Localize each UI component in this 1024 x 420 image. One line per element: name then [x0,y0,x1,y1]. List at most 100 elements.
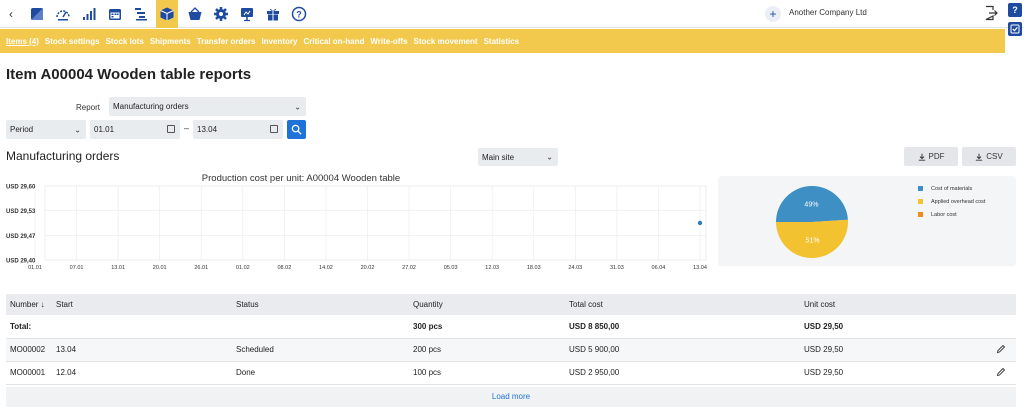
x-tick-label: 13.01 [111,265,125,271]
table-header-row: Number ↓ Start Status Quantity Total cos… [6,294,1016,315]
basket-icon[interactable] [184,3,206,25]
date-range-dash: – [184,123,190,133]
section-title: Manufacturing orders [6,149,120,163]
report-label: Report [76,103,101,112]
page-title: Item A00004 Wooden table reports [6,66,252,83]
row-quantity: 100 pcs [413,361,569,385]
company-name[interactable]: Another Company Ltd [789,8,867,17]
table-total-row: Total: 300 pcs USD 8 850,00 USD 29,50 [6,315,1016,339]
legend-label: Labor cost [931,211,957,218]
download-icon [918,153,925,161]
help-circle-icon[interactable]: ? [288,3,310,25]
pie-slice-label: 49% [804,202,818,209]
logout-icon[interactable] [984,5,998,21]
calendar-icon[interactable] [270,125,278,133]
search-button[interactable] [287,120,306,139]
row-unit-cost: USD 29,50 [804,361,996,385]
back-button[interactable]: ‹ [4,6,18,22]
site-select[interactable]: Main site ⌄ [478,148,558,166]
tab-write-offs[interactable]: Write-offs [370,37,407,46]
x-tick-label: 13.04 [693,265,707,271]
table-row[interactable]: MO00002 13.04 Scheduled 200 pcs USD 5 90… [6,338,1016,362]
calendar-icon[interactable] [104,3,126,25]
x-tick-label: 01.01 [28,265,42,271]
col-total-cost-header[interactable]: Total cost [569,294,804,315]
x-tick-label: 08.02 [277,265,291,271]
row-unit-cost: USD 29,50 [804,338,996,362]
row-number[interactable]: MO00002 [6,338,56,362]
row-total-cost: USD 5 900,00 [569,338,804,362]
add-company-button[interactable]: + [765,6,781,22]
edit-button[interactable] [996,338,1016,362]
svg-text:?: ? [296,10,302,20]
col-unit-cost-header[interactable]: Unit cost [804,294,996,315]
tab-stock-lots[interactable]: Stock lots [106,37,144,46]
search-icon [291,124,302,135]
tab-transfer-orders[interactable]: Transfer orders [197,37,256,46]
chart-title: Production cost per unit: A00004 Wooden … [202,173,400,184]
legend-item[interactable]: Applied overhead cost [918,195,985,208]
pdf-export-button[interactable]: PDF [904,147,958,166]
tab-inventory[interactable]: Inventory [261,37,297,46]
csv-label: CSV [986,152,1003,161]
pdf-label: PDF [928,152,945,161]
legend-label: Applied overhead cost [931,198,986,205]
csv-export-button[interactable]: CSV [962,147,1016,166]
x-tick-label: 01.02 [236,265,250,271]
edit-button[interactable] [996,361,1016,385]
col-number-header[interactable]: Number ↓ [6,294,56,315]
dashboard-icon[interactable] [26,3,48,25]
data-point[interactable] [697,220,703,226]
tab-statistics[interactable]: Statistics [484,37,520,46]
total-cost: USD 8 850,00 [569,315,804,339]
bar-signal-icon[interactable] [78,3,100,25]
tab-shipments[interactable]: Shipments [150,37,191,46]
gear-icon[interactable] [210,3,232,25]
gauge-icon[interactable] [52,3,74,25]
x-tick-label: 31.03 [610,265,624,271]
tab-items[interactable]: Items (4) [6,37,39,46]
table-row[interactable]: MO00001 12.04 Done 100 pcs USD 2 950,00 … [6,361,1016,385]
tab-stock-movement[interactable]: Stock movement [414,37,478,46]
x-tick-label: 26.01 [194,265,208,271]
y-tick-label: USD 29,40 [6,259,36,265]
y-tick-label: USD 29,53 [6,209,36,215]
presentation-icon[interactable] [236,3,258,25]
gift-icon[interactable] [262,3,284,25]
col-actions-header [996,294,1016,315]
legend-item[interactable]: Cost of materials [918,182,985,195]
period-select[interactable]: Period ⌄ [6,120,86,139]
item-subnav: Items (4) Stock settings Stock lots Ship… [0,29,1005,53]
report-select[interactable]: Manufacturing orders ⌄ [109,97,306,116]
calendar-icon[interactable] [167,125,175,133]
x-tick-label: 18.03 [527,265,541,271]
load-more-button[interactable]: Load more [6,387,1016,407]
tab-critical-on-hand[interactable]: Critical on-hand [303,37,364,46]
date-from-value: 01.01 [94,125,115,134]
legend-label: Cost of materials [931,185,973,192]
checklist-icon[interactable] [1008,22,1022,36]
row-number[interactable]: MO00001 [6,361,56,385]
date-from-field[interactable]: 01.01 [90,120,180,139]
x-tick-label: 06.04 [652,265,666,271]
box-icon[interactable] [156,0,178,28]
col-status-header[interactable]: Status [236,294,413,315]
tasks-icon[interactable] [130,3,152,25]
row-start: 13.04 [56,338,236,362]
chevron-down-icon: ⌄ [74,125,81,134]
x-tick-label: 12.03 [485,265,499,271]
legend-swatch [918,186,923,191]
x-tick-label: 07.01 [70,265,84,271]
x-tick-label: 20.02 [361,265,375,271]
date-to-field[interactable]: 13.04 [193,120,283,139]
pencil-icon[interactable] [996,344,1006,354]
period-select-value: Period [10,125,34,134]
col-start-header[interactable]: Start [56,294,236,315]
help-button[interactable]: ? [1008,3,1022,17]
row-quantity: 200 pcs [413,338,569,362]
y-tick-label: USD 29,60 [6,185,36,191]
legend-item[interactable]: Labor cost [918,208,985,221]
col-quantity-header[interactable]: Quantity [413,294,569,315]
pencil-icon[interactable] [996,367,1006,377]
tab-stock-settings[interactable]: Stock settings [45,37,100,46]
